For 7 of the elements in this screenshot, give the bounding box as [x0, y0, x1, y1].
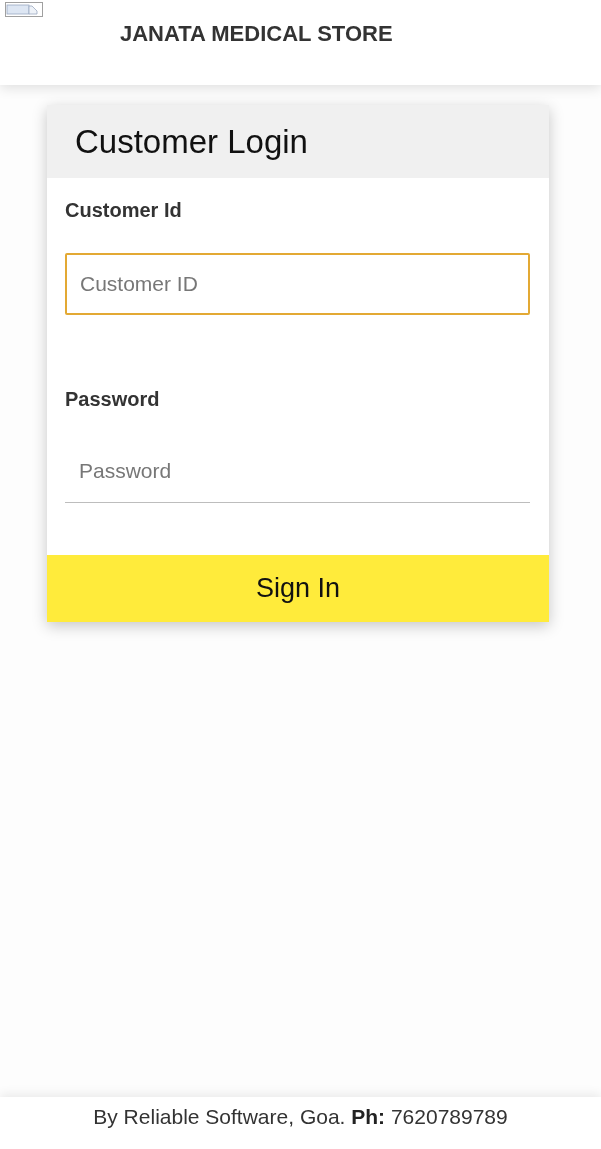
field-label: Customer Id	[65, 198, 182, 222]
field-label: Password	[65, 387, 160, 411]
sign-in-button[interactable]: Sign In	[47, 555, 549, 622]
card-title: Customer Login	[75, 121, 308, 162]
store-title: JANATA MEDICAL STORE	[120, 21, 393, 47]
customer-id-field[interactable]: Customer ID	[65, 253, 530, 315]
footer-credit: By Reliable Software, Goa. Ph: 7620789789	[93, 1105, 508, 1129]
